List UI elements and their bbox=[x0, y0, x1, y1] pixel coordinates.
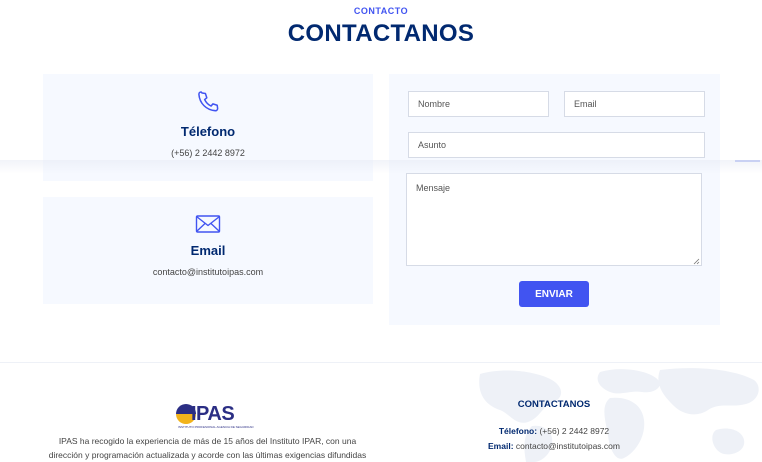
footer-divider bbox=[0, 362, 762, 363]
ipas-logo[interactable]: IPAS INSTITUTO PROFESIONAL AGENCIA DE SE… bbox=[176, 404, 254, 429]
resize-handle-icon[interactable] bbox=[692, 257, 700, 265]
phone-value: (+56) 2 2442 8972 bbox=[171, 148, 245, 158]
phone-icon bbox=[198, 91, 219, 112]
phone-info-box: Télefono (+56) 2 2442 8972 bbox=[43, 74, 373, 181]
section-title: CONTACTANOS bbox=[287, 20, 475, 47]
footer-about-text: IPAS ha recogido la experiencia de más d… bbox=[48, 436, 367, 460]
name-input[interactable] bbox=[408, 91, 549, 117]
footer-phone: Télefono: (+56) 2 2442 8972 bbox=[498, 426, 610, 436]
message-textarea[interactable] bbox=[406, 173, 702, 266]
email-info-box: Email contacto@institutoipas.com bbox=[43, 197, 373, 304]
subject-input[interactable] bbox=[408, 132, 705, 158]
email-title: Email bbox=[190, 243, 226, 258]
email-input[interactable] bbox=[564, 91, 705, 117]
contact-form: ENVIAR bbox=[389, 74, 720, 325]
section-subtitle: CONTACTO bbox=[353, 6, 409, 16]
footer-contact-title: CONTACTANOS bbox=[517, 399, 591, 410]
email-value: contacto@institutoipas.com bbox=[152, 267, 264, 277]
footer-email: Email: contacto@institutoipas.com bbox=[488, 441, 620, 451]
send-button[interactable]: ENVIAR bbox=[519, 281, 589, 307]
phone-title: Télefono bbox=[180, 124, 236, 139]
envelope-icon bbox=[195, 215, 221, 233]
side-tab-edge bbox=[735, 160, 760, 162]
footer-email-link[interactable]: contacto@institutoipas.com bbox=[516, 441, 620, 451]
